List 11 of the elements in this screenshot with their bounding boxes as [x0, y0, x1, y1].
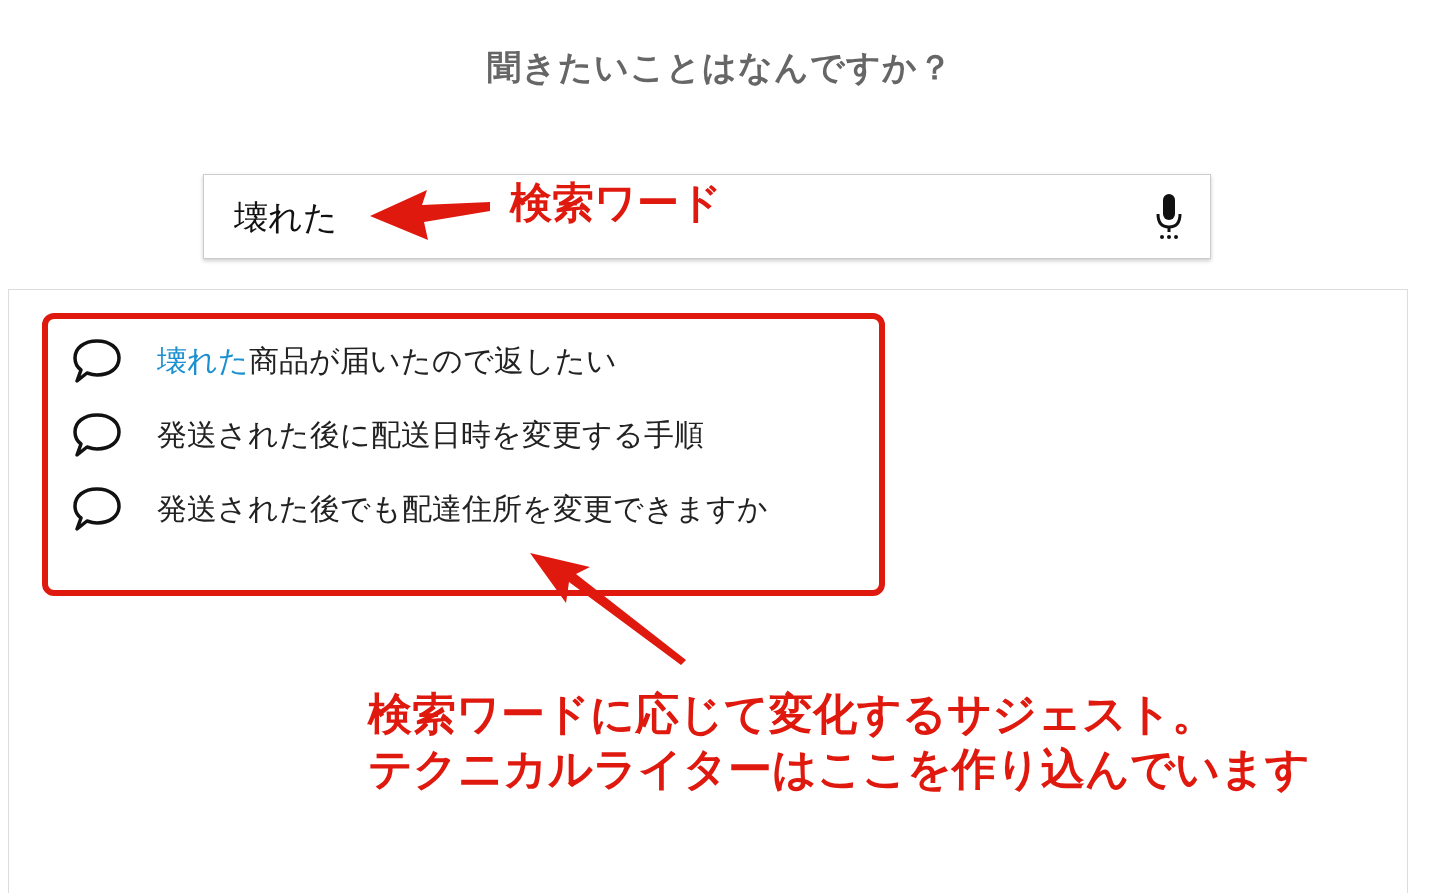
suggestion-link[interactable]: 壊れた商品が届いたので返したい — [157, 341, 617, 381]
annotation-label: 検索ワード — [510, 178, 722, 228]
microphone-icon[interactable] — [1154, 193, 1184, 240]
suggestion-link[interactable]: 発送された後でも配達住所を変更できますか — [157, 489, 768, 529]
annotation-text: 検索ワードに応じて変化するサジェスト。 テクニカルライターはここを作り込んでいます — [368, 688, 1310, 795]
speech-bubble-icon — [72, 412, 122, 458]
search-query: 壊れた — [234, 196, 338, 238]
speech-bubble-icon — [72, 486, 122, 532]
page-heading: 聞きたいことはなんですか？ — [487, 47, 953, 88]
suggestion-link[interactable]: 発送された後に配送日時を変更する手順 — [157, 415, 704, 455]
speech-bubble-icon — [72, 338, 122, 384]
